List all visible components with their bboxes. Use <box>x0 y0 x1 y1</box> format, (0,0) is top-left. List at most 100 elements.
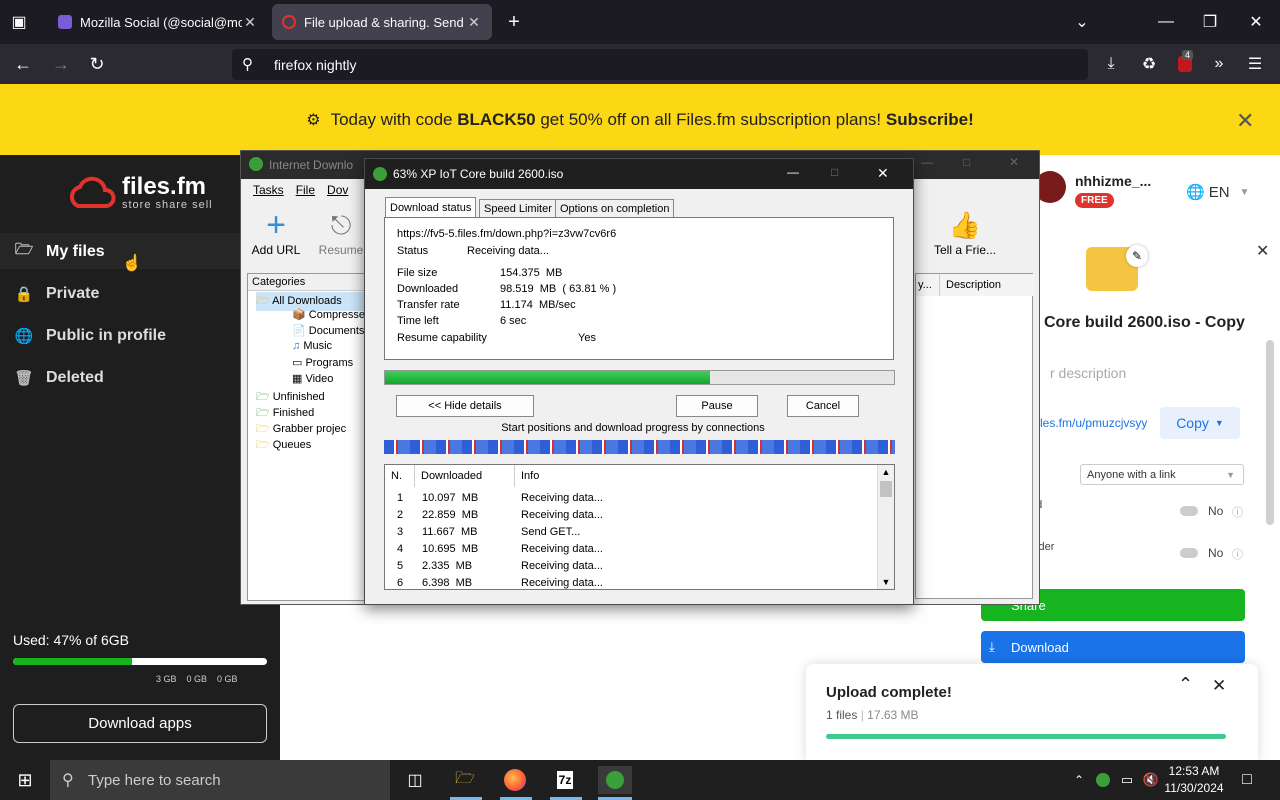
firefox-icon[interactable] <box>500 766 530 794</box>
row-info: Receiving data... <box>521 560 603 572</box>
tree-documents[interactable]: 📄 Documents <box>292 324 364 337</box>
add-url-button[interactable]: + Add URL <box>249 207 303 263</box>
menu-downloads[interactable]: Dov <box>327 183 348 197</box>
sidebar-item-my-files[interactable]: 🗁 My files <box>14 239 105 264</box>
table-scrollbar[interactable]: ▲ ▼ <box>877 465 894 589</box>
username[interactable]: nhhizme_... <box>1075 173 1151 189</box>
toast-size: 17.63 MB <box>867 708 919 722</box>
sidebar-item-private[interactable]: 🔒 Private <box>14 285 100 303</box>
help-icon[interactable]: ⓘ <box>1232 504 1243 520</box>
collapse-icon[interactable]: ⌃ <box>1178 674 1193 695</box>
tree-compressed[interactable]: 📦 Compresse <box>292 308 365 321</box>
column-header-info[interactable]: Info <box>515 465 865 487</box>
subscribe-link[interactable]: Subscribe! <box>886 110 974 130</box>
cancel-button[interactable]: Cancel <box>787 395 859 417</box>
pause-button[interactable]: Pause <box>676 395 758 417</box>
row-info: Receiving data... <box>521 492 603 504</box>
restore-icon[interactable]: ❐ <box>1200 12 1220 32</box>
column-header-description[interactable]: Description <box>940 274 1034 296</box>
tree-programs[interactable]: ▭ Programs <box>292 356 353 369</box>
scroll-thumb[interactable] <box>880 481 892 497</box>
trash-icon: 🗑 <box>14 370 34 387</box>
minimize-icon[interactable]: — <box>921 155 933 169</box>
sidebar-item-public[interactable]: 🌐 Public in profile <box>14 327 166 345</box>
file-explorer-icon[interactable]: 🗁 <box>450 766 480 794</box>
table-row[interactable]: 4 10.695 MB Receiving data... <box>385 541 877 558</box>
copy-link-button[interactable]: Copy ▼ <box>1160 407 1240 439</box>
menu-icon[interactable]: ☰ <box>1244 54 1266 74</box>
download-button[interactable]: ⤓ Download <box>981 631 1245 663</box>
new-tab-icon[interactable]: + <box>504 11 524 33</box>
close-tab-icon[interactable]: ✕ <box>242 14 258 31</box>
close-icon[interactable]: ✕ <box>877 165 889 182</box>
forward-icon[interactable]: → <box>50 54 72 74</box>
tab-mozilla-social[interactable]: Mozilla Social (@social@mozill ✕ <box>48 4 268 40</box>
idm-taskbar-icon[interactable] <box>598 766 632 794</box>
windows-start-icon[interactable]: ⊞ <box>10 766 40 794</box>
back-icon[interactable]: ← <box>12 54 34 74</box>
tree-music[interactable]: ♫ Music <box>292 340 332 352</box>
column-header-downloaded[interactable]: Downloaded <box>415 465 515 487</box>
list-tabs-icon[interactable]: ⌄ <box>1072 12 1092 32</box>
scroll-down-icon[interactable]: ▼ <box>878 577 894 587</box>
tree-video[interactable]: ▦ Video <box>292 372 333 385</box>
close-toast-icon[interactable]: ✕ <box>1212 676 1226 696</box>
extensions-icon[interactable]: ♻ <box>1138 54 1160 74</box>
panel-scrollbar[interactable] <box>1266 340 1274 525</box>
minimize-icon[interactable]: — <box>787 165 799 179</box>
menu-file[interactable]: File <box>296 183 315 197</box>
close-panel-icon[interactable]: ✕ <box>1256 241 1269 261</box>
copy-label: Copy <box>1176 415 1209 431</box>
resume-button[interactable]: ⎋ Resume <box>313 207 369 263</box>
filesfm-logo[interactable]: files.fm store share sell <box>66 175 213 211</box>
menu-tasks[interactable]: Tasks <box>253 183 284 197</box>
clock-time[interactable]: 12:53 AM <box>1164 764 1224 778</box>
table-row[interactable]: 1 10.097 MB Receiving data... <box>385 490 877 507</box>
share-link[interactable]: les.fm/u/pmuzcjvsyy <box>1040 416 1147 430</box>
toggle-switch[interactable] <box>1180 548 1198 558</box>
minimize-icon[interactable]: — <box>1156 12 1176 32</box>
download-icon[interactable]: ⤓ <box>1100 54 1122 74</box>
help-icon[interactable]: ⓘ <box>1232 546 1243 562</box>
task-view-icon[interactable]: ◫ <box>400 766 430 794</box>
tree-queues[interactable]: 🗁 Queues <box>256 436 311 455</box>
reload-icon[interactable]: ↻ <box>86 54 108 74</box>
close-tab-icon[interactable]: ✕ <box>466 14 482 31</box>
access-select[interactable]: Anyone with a link ▼ <box>1080 464 1244 485</box>
tab-options-completion[interactable]: Options on completion <box>555 199 675 217</box>
table-row[interactable]: 5 2.335 MB Receiving data... <box>385 558 877 575</box>
tab-download-status[interactable]: Download status <box>385 197 477 217</box>
column-header-truncated[interactable]: y... <box>916 274 940 296</box>
table-row[interactable]: 6 6.398 MB Receiving data... <box>385 575 877 589</box>
tell-friend-button[interactable]: 👍 Tell a Frie... <box>929 207 1001 263</box>
firefox-view-icon[interactable]: ▣ <box>8 12 30 32</box>
download-apps-button[interactable]: Download apps <box>13 704 267 743</box>
column-header-n[interactable]: N. <box>385 465 415 487</box>
taskbar-search[interactable]: ⚲ Type here to search <box>50 760 390 800</box>
close-icon[interactable]: ✕ <box>1009 155 1019 169</box>
close-window-icon[interactable]: ✕ <box>1246 12 1266 32</box>
close-promo-icon[interactable]: ✕ <box>1236 108 1254 134</box>
table-row[interactable]: 2 22.859 MB Receiving data... <box>385 507 877 524</box>
usage-bar-fill <box>13 658 133 665</box>
sidebar-item-deleted[interactable]: 🗑 Deleted <box>14 369 103 387</box>
transfer-rate-value: 11.174 MB/sec <box>500 299 576 311</box>
hide-details-button[interactable]: << Hide details <box>396 395 534 417</box>
maximize-icon[interactable]: □ <box>963 155 970 169</box>
overflow-icon[interactable]: » <box>1208 54 1230 74</box>
scroll-up-icon[interactable]: ▲ <box>878 467 894 477</box>
toggle-switch[interactable] <box>1180 506 1198 516</box>
notifications-icon[interactable]: □ <box>1232 766 1262 794</box>
resume-icon: ⎋ <box>330 210 352 240</box>
table-row[interactable]: 3 11.667 MB Send GET... <box>385 524 877 541</box>
7zip-icon[interactable]: 7z <box>550 766 580 794</box>
tab-files-fm[interactable]: File upload & sharing. Send lar ✕ <box>272 4 492 40</box>
maximize-icon[interactable]: □ <box>831 165 838 179</box>
clock-date[interactable]: 11/30/2024 <box>1160 781 1228 795</box>
idm-app-icon <box>249 157 263 171</box>
edit-icon[interactable]: ✎ <box>1126 245 1148 267</box>
language-selector[interactable]: 🌐 EN ▼ <box>1186 183 1249 202</box>
tab-speed-limiter[interactable]: Speed Limiter <box>479 199 557 217</box>
url-bar[interactable]: ⚲ firefox nightly <box>232 49 1088 80</box>
description-field[interactable]: r description <box>1050 365 1126 381</box>
